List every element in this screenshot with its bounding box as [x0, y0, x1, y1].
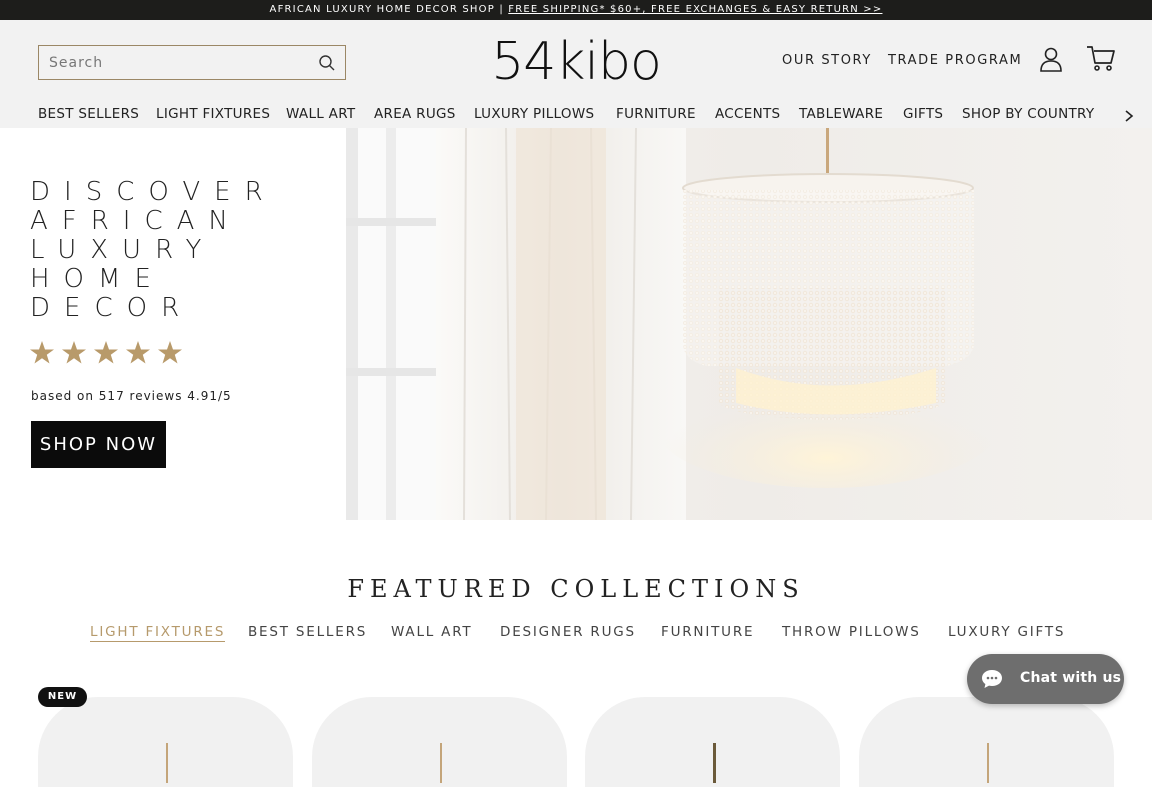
announcement-shipping-link[interactable]: FREE SHIPPING* $60+, FREE EXCHANGES & EA… — [508, 4, 882, 15]
nav-item-light-fixtures[interactable]: LIGHT FIXTURES — [156, 106, 270, 122]
nav-item-luxury-pillows[interactable]: LUXURY PILLOWS — [474, 106, 594, 122]
collection-tabs: LIGHT FIXTURES BEST SELLERS WALL ART DES… — [0, 624, 1152, 648]
product-image — [986, 743, 989, 783]
featured-collections-heading: FEATURED COLLECTIONS — [347, 575, 805, 603]
site-header: 54kibo OUR STORY TRADE PROGRAM BEST SELL… — [0, 20, 1152, 128]
tab-luxury-gifts[interactable]: LUXURY GIFTS — [948, 624, 1065, 640]
star-icon — [94, 341, 118, 364]
cart-icon[interactable] — [1086, 44, 1116, 72]
announcement-bar: AFRICAN LUXURY HOME DECOR SHOP | FREE SH… — [0, 0, 1152, 20]
star-icon — [158, 341, 182, 364]
star-icon — [62, 341, 86, 364]
announcement-text: AFRICAN LUXURY HOME DECOR SHOP | — [269, 4, 509, 15]
chat-label: Chat with us — [1020, 670, 1122, 686]
hero-text-panel: DISCOVER AFRICAN LUXURY HOME DECOR based… — [0, 128, 346, 520]
shop-now-button[interactable]: SHOP NOW — [31, 421, 166, 468]
nav-item-shop-by-country[interactable]: SHOP BY COUNTRY — [962, 106, 1094, 122]
tab-best-sellers[interactable]: BEST SELLERS — [248, 624, 367, 640]
product-card[interactable] — [859, 697, 1114, 787]
tab-light-fixtures[interactable]: LIGHT FIXTURES — [90, 624, 226, 642]
product-image — [439, 743, 442, 783]
nav-item-wall-art[interactable]: WALL ART — [286, 106, 355, 122]
nav-item-area-rugs[interactable]: AREA RUGS — [374, 106, 456, 122]
site-logo[interactable]: 54kibo — [478, 36, 674, 88]
product-card[interactable] — [585, 697, 840, 787]
product-image — [165, 743, 168, 783]
reviews-summary[interactable]: based on 517 reviews 4.91/5 — [31, 389, 232, 403]
tab-wall-art[interactable]: WALL ART — [391, 624, 472, 640]
nav-item-tableware[interactable]: TABLEWARE — [799, 106, 883, 122]
product-card[interactable] — [38, 697, 293, 787]
search-box — [38, 45, 346, 80]
search-icon[interactable] — [318, 54, 336, 72]
star-icon — [30, 341, 54, 364]
chat-widget-button[interactable]: Chat with us — [967, 654, 1124, 704]
chevron-right-icon[interactable] — [1122, 108, 1136, 124]
tab-throw-pillows[interactable]: THROW PILLOWS — [782, 624, 921, 640]
search-input[interactable] — [39, 46, 309, 79]
star-icon — [126, 341, 150, 364]
nav-item-furniture[interactable]: FURNITURE — [616, 106, 696, 122]
tab-designer-rugs[interactable]: DESIGNER RUGS — [500, 624, 636, 640]
new-badge: NEW — [38, 687, 87, 707]
nav-item-accents[interactable]: ACCENTS — [715, 106, 780, 122]
hero-title: DISCOVER AFRICAN LUXURY HOME DECOR — [30, 177, 277, 323]
rating-stars — [30, 341, 182, 364]
hero-banner: DISCOVER AFRICAN LUXURY HOME DECOR based… — [0, 128, 1152, 520]
tab-furniture[interactable]: FURNITURE — [661, 624, 754, 640]
chat-bubble-icon — [982, 670, 1002, 688]
product-image — [712, 743, 716, 783]
account-icon[interactable] — [1039, 46, 1063, 72]
nav-item-best-sellers[interactable]: BEST SELLERS — [38, 106, 139, 122]
hero-chandelier-image[interactable] — [346, 128, 1152, 520]
our-story-link[interactable]: OUR STORY — [782, 53, 872, 68]
trade-program-link[interactable]: TRADE PROGRAM — [888, 53, 1022, 68]
product-card[interactable] — [312, 697, 567, 787]
nav-item-gifts[interactable]: GIFTS — [903, 106, 943, 122]
